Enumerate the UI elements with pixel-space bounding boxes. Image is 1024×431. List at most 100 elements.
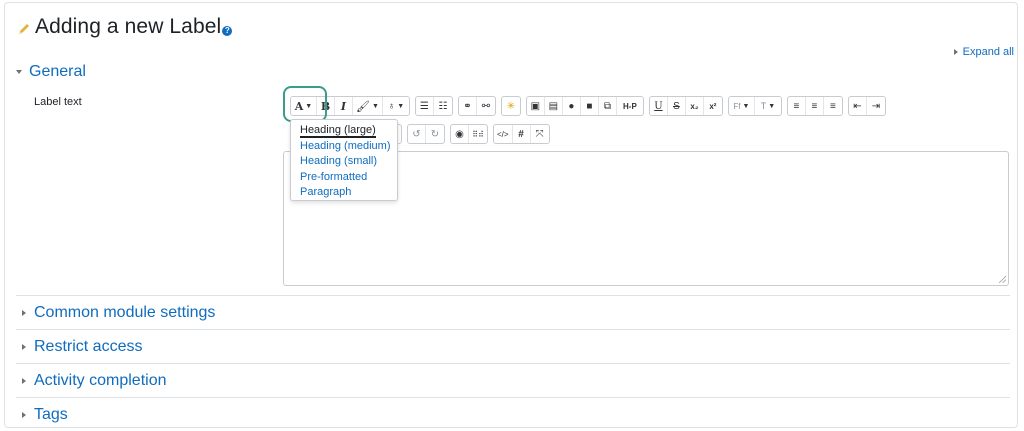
caret-right-icon — [22, 309, 26, 316]
toolbar-group-history: ↺ ↻ — [407, 124, 445, 144]
section-label: Tags — [34, 405, 68, 423]
font-family-button[interactable]: Ff ▼ — [729, 97, 755, 115]
record-video-button[interactable]: ■ — [581, 97, 599, 115]
section-general-label: General — [29, 63, 86, 80]
chevron-down-icon: ▼ — [371, 102, 379, 110]
background-color-button[interactable]: ♁ ▼ — [383, 97, 409, 115]
toolbar-group-lists: ☰ ☷ — [414, 96, 453, 116]
menu-item-heading-large[interactable]: Heading (large) — [291, 123, 397, 139]
resize-grip-icon[interactable] — [998, 275, 1006, 283]
files-icon: ⧉ — [603, 100, 611, 112]
paragraph-styles-highlight — [283, 86, 327, 122]
toolbar-group-access: ◉ ⠿⠾ — [450, 124, 488, 144]
undo-button[interactable]: ↺ — [408, 125, 426, 143]
page-title: Adding a new Label — [35, 15, 222, 38]
strikethrough-button[interactable]: S — [668, 97, 686, 115]
indent-icon: ⇥ — [871, 100, 881, 112]
caret-right-icon — [22, 343, 26, 350]
menu-item-preformatted[interactable]: Pre-formatted — [291, 170, 397, 186]
image-icon: ▣ — [530, 100, 541, 112]
section-restrict-access[interactable]: Restrict access — [16, 329, 1010, 363]
toolbar-group-emoji: ✳ — [500, 96, 521, 116]
superscript-button[interactable]: x² — [704, 97, 722, 115]
redo-button[interactable]: ↻ — [426, 125, 444, 143]
text-color-button[interactable]: 🖌 ▼ — [353, 97, 383, 115]
link-button[interactable]: ⚭ — [459, 97, 477, 115]
section-label: Restrict access — [34, 337, 143, 355]
expand-icon: ⤧ — [535, 128, 544, 140]
toolbar-group-source: </> # ⤧ — [493, 124, 550, 144]
align-left-icon: ≡ — [793, 100, 800, 112]
chevron-down-icon: ▼ — [397, 102, 405, 110]
align-right-icon: ≡ — [829, 100, 836, 112]
expand-all-label: Expand all — [962, 46, 1014, 58]
section-common-module-settings[interactable]: Common module settings — [16, 295, 1010, 329]
accessibility-icon: ◉ — [455, 128, 464, 140]
section-label: Activity completion — [34, 371, 167, 389]
outdent-icon: ⇤ — [853, 100, 862, 112]
sparkle-icon: ✳ — [506, 100, 516, 112]
align-center-icon: ≡ — [811, 100, 818, 112]
toolbar-group-links: ⚭ ⚯ — [457, 96, 496, 116]
manage-files-button[interactable]: ⧉ — [599, 97, 617, 115]
label-text-label: Label text — [34, 96, 82, 108]
document-icon: ▤ — [548, 100, 559, 112]
lightbulb-icon: ♁ — [387, 100, 396, 112]
microphone-icon: ● — [568, 100, 575, 112]
caret-right-icon — [22, 411, 26, 418]
chevron-down-icon: ▼ — [768, 102, 776, 110]
unlink-button[interactable]: ⚯ — [477, 97, 495, 115]
ordered-list-button[interactable]: ☷ — [434, 97, 452, 115]
redo-icon: ↻ — [430, 128, 440, 140]
toolbar-group-media: ▣ ▤ ● ■ ⧉ H-P — [525, 96, 644, 116]
align-right-button[interactable]: ≡ — [824, 97, 842, 115]
caret-down-icon — [16, 70, 22, 74]
toolbar-group-format: U S x₂ x² — [648, 96, 723, 116]
braille-icon: ⠿⠾ — [472, 129, 484, 139]
hashtag-button[interactable]: # — [513, 125, 531, 143]
paintbrush-icon: 🖌 — [356, 100, 370, 113]
editor-toolbar-row-1: A ▼ B I 🖌 ▼ ♁ ▼ ☰ ☷ ⚭ ⚯ ✳ ▣ ▤ ● ■ ⧉ H-P U S… — [290, 96, 886, 116]
section-tags[interactable]: Tags — [16, 397, 1010, 431]
align-center-button[interactable]: ≡ — [806, 97, 824, 115]
fullscreen-button[interactable]: ⤧ — [531, 125, 549, 143]
menu-item-paragraph[interactable]: Paragraph — [291, 185, 397, 201]
ordered-list-icon: ☷ — [438, 100, 448, 112]
toolbar-group-align: ≡ ≡ ≡ — [786, 96, 843, 116]
screenreader-helper-button[interactable]: ⠿⠾ — [469, 125, 487, 143]
media-button[interactable]: ▤ — [545, 97, 563, 115]
pencil-icon — [19, 23, 29, 34]
image-button[interactable]: ▣ — [527, 97, 545, 115]
heading-dropdown-menu: Heading (large) Heading (medium) Heading… — [290, 119, 398, 201]
expand-all-link[interactable]: Expand all — [953, 46, 1014, 58]
italic-button[interactable]: I — [335, 97, 353, 115]
outdent-button[interactable]: ⇤ — [849, 97, 867, 115]
link-icon: ⚭ — [463, 100, 472, 112]
section-activity-completion[interactable]: Activity completion — [16, 363, 1010, 397]
toolbar-group-fonts: Ff ▼ T ▼ — [727, 96, 782, 116]
chevron-down-icon: ▼ — [742, 102, 750, 110]
record-audio-button[interactable]: ● — [563, 97, 581, 115]
caret-right-icon — [22, 377, 26, 384]
unordered-list-button[interactable]: ☰ — [416, 97, 434, 115]
section-label: Common module settings — [34, 303, 216, 321]
video-camera-icon: ■ — [586, 100, 593, 112]
section-general-toggle[interactable]: General — [16, 63, 86, 81]
align-left-button[interactable]: ≡ — [788, 97, 806, 115]
toolbar-group-indent: ⇤ ⇥ — [847, 96, 886, 116]
font-size-button[interactable]: T ▼ — [755, 97, 781, 115]
list-icon: ☰ — [419, 100, 429, 112]
accessibility-checker-button[interactable]: ◉ — [451, 125, 469, 143]
unlink-icon: ⚯ — [481, 100, 491, 112]
html-source-button[interactable]: </> — [494, 125, 513, 143]
underline-button[interactable]: U — [650, 97, 668, 115]
menu-item-heading-small[interactable]: Heading (small) — [291, 154, 397, 170]
h5p-button[interactable]: H-P — [617, 97, 643, 115]
undo-icon: ↺ — [412, 128, 421, 140]
page-header: Adding a new Label ? — [17, 15, 233, 39]
indent-button[interactable]: ⇥ — [867, 97, 885, 115]
help-icon[interactable]: ? — [222, 26, 233, 36]
subscript-button[interactable]: x₂ — [686, 97, 704, 115]
emoji-button[interactable]: ✳ — [502, 97, 520, 115]
menu-item-heading-medium[interactable]: Heading (medium) — [291, 139, 397, 155]
